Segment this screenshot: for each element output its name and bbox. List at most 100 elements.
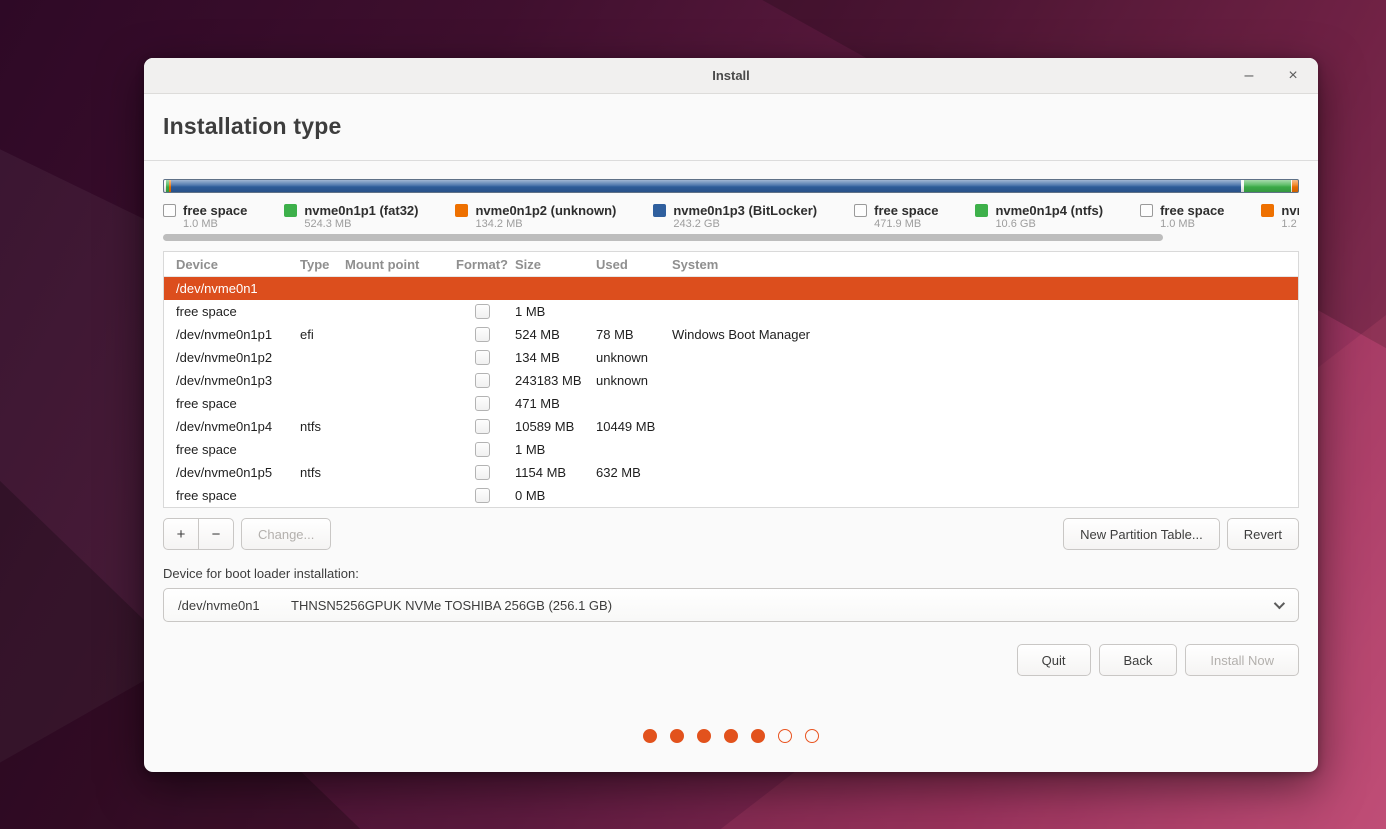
format-checkbox[interactable] [475,396,490,411]
cell-type: efi [300,327,345,342]
cell-format [449,304,515,319]
progress-dot [643,729,657,743]
cell-format [449,327,515,342]
new-partition-table-button[interactable]: New Partition Table... [1063,518,1220,550]
partition-legend: free space1.0 MBnvme0n1p1 (fat32)524.3 M… [163,203,1299,231]
format-checkbox[interactable] [475,465,490,480]
legend-item: nvme0n1p2 (unknown)134.2 MB [455,203,616,231]
titlebar[interactable]: Install – × [144,58,1318,94]
partition-color-swatch [653,204,666,217]
partition-color-swatch [854,204,867,217]
legend-partition-size: 243.2 GB [673,218,817,231]
cell-size: 1154 MB [515,465,596,480]
format-checkbox[interactable] [475,304,490,319]
progress-dot [805,729,819,743]
revert-button[interactable]: Revert [1227,518,1299,550]
cell-format [449,488,515,503]
table-header-row: DeviceTypeMount pointFormat?SizeUsedSyst… [164,252,1298,277]
cell-used: unknown [596,350,672,365]
legend-item: nvme0n1p1 (fat32)524.3 MB [284,203,418,231]
format-checkbox[interactable] [475,350,490,365]
cell-device: free space [164,304,300,319]
bootloader-device-value: /dev/nvme0n1 [178,598,291,613]
add-partition-button[interactable]: + [163,518,199,550]
cell-size: 134 MB [515,350,596,365]
partition-segment [1292,180,1298,192]
bootloader-device-description: THNSN5256GPUK NVMe TOSHIBA 256GB (256.1 … [291,598,612,613]
change-partition-button[interactable]: Change... [241,518,331,550]
cell-device: /dev/nvme0n1 [164,281,300,296]
cell-size: 1 MB [515,304,596,319]
column-header-device: Device [164,257,300,272]
table-row[interactable]: /dev/nvme0n1p1efi524 MB78 MBWindows Boot… [164,323,1298,346]
legend-text: nvme0n1p3 (BitLocker)243.2 GB [673,203,817,231]
table-row[interactable]: /dev/nvme0n1 [164,277,1298,300]
partition-segment [171,180,1241,192]
cell-device: /dev/nvme0n1p2 [164,350,300,365]
format-checkbox[interactable] [475,373,490,388]
partition-segment [1244,180,1291,192]
cell-device: /dev/nvme0n1p1 [164,327,300,342]
partition-color-swatch [1261,204,1274,217]
remove-partition-button[interactable]: − [198,518,234,550]
desktop-background: Install – × Installation type free space… [0,0,1386,829]
column-header-type: Type [300,257,345,272]
cell-format [449,396,515,411]
progress-dot [724,729,738,743]
quit-button[interactable]: Quit [1017,644,1091,676]
format-checkbox[interactable] [475,327,490,342]
cell-device: /dev/nvme0n1p4 [164,419,300,434]
column-header-format: Format? [449,257,515,272]
legend-text: nvme0n1p2 (unknown)134.2 MB [475,203,616,231]
table-row[interactable]: free space471 MB [164,392,1298,415]
cell-format [449,419,515,434]
legend-partition-size: 1.0 MB [183,218,247,231]
legend-text: nvme0n1p4 (ntfs)10.6 GB [995,203,1103,231]
cell-used: 78 MB [596,327,672,342]
column-header-system: System [672,257,1298,272]
table-row[interactable]: /dev/nvme0n1p4ntfs10589 MB10449 MB [164,415,1298,438]
legend-partition-size: 1.2 GB [1281,218,1299,231]
minimize-button[interactable]: – [1238,65,1260,87]
format-checkbox[interactable] [475,442,490,457]
table-row[interactable]: /dev/nvme0n1p2 134 MBunknown [164,346,1298,369]
close-button[interactable]: × [1282,65,1304,87]
table-row[interactable]: /dev/nvme0n1p3243183 MBunknown [164,369,1298,392]
format-checkbox[interactable] [475,488,490,503]
page-content: free space1.0 MBnvme0n1p1 (fat32)524.3 M… [144,179,1318,743]
cell-device: /dev/nvme0n1p3 [164,373,300,388]
bootloader-device-select[interactable]: /dev/nvme0n1 THNSN5256GPUK NVMe TOSHIBA … [163,588,1299,622]
legend-item: nvme0n1p4 (ntfs)10.6 GB [975,203,1103,231]
legend-text: free space1.0 MB [1160,203,1224,231]
window-title: Install [712,68,750,83]
table-row[interactable]: free space1 MB [164,438,1298,461]
legend-text: nvme0n1p51.2 GB [1281,203,1299,231]
legend-partition-size: 524.3 MB [304,218,418,231]
table-row[interactable]: /dev/nvme0n1p5ntfs1154 MB632 MB [164,461,1298,484]
back-button[interactable]: Back [1099,644,1178,676]
cell-type: ntfs [300,419,345,434]
footer-buttons: Quit Back Install Now [163,644,1299,676]
page-title: Installation type [163,113,1299,140]
legend-item: free space1.0 MB [1140,203,1224,231]
legend-text: free space471.9 MB [874,203,938,231]
legend-item: free space1.0 MB [163,203,247,231]
partition-color-swatch [975,204,988,217]
cell-device: /dev/nvme0n1p5 [164,465,300,480]
table-body: /dev/nvme0n1 free space 1 MB/dev/nvme0n1p1… [164,277,1298,507]
legend-partition-name: free space [874,203,938,218]
legend-partition-name: nvme0n1p5 [1281,203,1299,218]
format-checkbox[interactable] [475,419,490,434]
table-row[interactable]: free space0 MB [164,484,1298,507]
cell-format [449,373,515,388]
chevron-down-icon [1274,598,1285,609]
legend-scrollbar[interactable] [163,234,1299,241]
bootloader-label: Device for boot loader installation: [163,566,1299,581]
install-now-button[interactable]: Install Now [1185,644,1299,676]
partition-table: DeviceTypeMount pointFormat?SizeUsedSyst… [163,251,1299,508]
cell-size: 524 MB [515,327,596,342]
table-row[interactable]: free space 1 MB [164,300,1298,323]
cell-used: 10449 MB [596,419,672,434]
legend-partition-name: free space [183,203,247,218]
scrollbar-thumb[interactable] [163,234,1163,241]
